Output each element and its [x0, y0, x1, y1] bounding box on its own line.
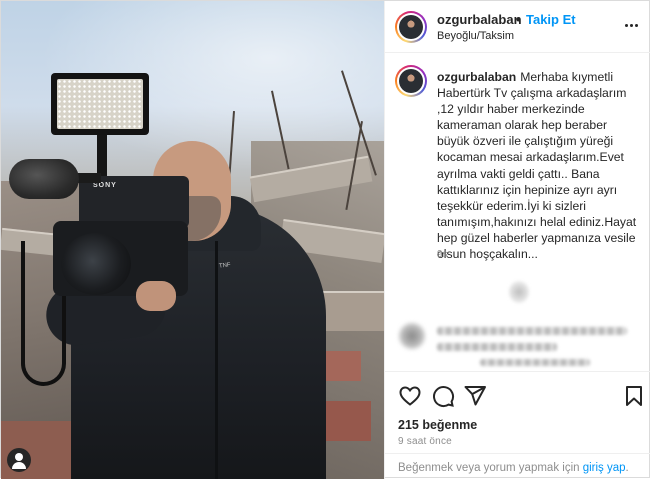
comment-prompt: Beğenmek veya yorum yapmak için giriş ya…	[398, 462, 629, 474]
user-icon[interactable]	[7, 448, 31, 472]
blurred-comment-line	[437, 343, 557, 351]
post-actions: 215 beğenme 9 saat önce Beğenmek veya yo…	[385, 371, 650, 481]
bookmark-icon[interactable]	[622, 384, 646, 408]
blurred-element	[509, 281, 529, 303]
username-link[interactable]: ozgurbalaban	[437, 12, 522, 27]
blurred-comment-line	[480, 359, 590, 366]
man-hand	[136, 281, 176, 311]
follow-button[interactable]: Takip Et	[526, 12, 576, 27]
comments-area: ozgurbalaban Merhaba kıymetli Habertürk T…	[385, 53, 650, 371]
caption-avatar[interactable]	[395, 65, 427, 97]
comment-prompt-text: Beğenmek veya yorum yapmak için	[398, 462, 583, 474]
post-sidebar: ozgurbalaban • Takip Et Beyoğlu/Taksim o…	[384, 1, 650, 479]
instagram-post-embed: TNF SONY ozgurbalaban • Takip Et Beyoğlu…	[0, 0, 650, 479]
blurred-commenter-avatar	[399, 323, 425, 349]
login-link[interactable]: giriş yap	[583, 462, 626, 474]
jacket-zipper	[215, 241, 218, 479]
comment-icon[interactable]	[431, 384, 455, 408]
post-photo[interactable]: TNF SONY	[1, 1, 384, 479]
comment-prompt-end: .	[625, 462, 629, 474]
camera-lens	[61, 233, 131, 295]
heart-icon[interactable]	[398, 384, 422, 408]
location-link[interactable]: Beyoğlu/Taksim	[437, 30, 514, 42]
brick-pile	[321, 351, 361, 381]
camera-brand: SONY	[93, 182, 117, 189]
separator-dot: •	[516, 12, 521, 27]
blurred-comment-line	[437, 327, 627, 335]
led-light-panel	[57, 79, 143, 129]
avatar[interactable]	[395, 11, 427, 43]
light-stand	[97, 129, 107, 179]
post-timestamp[interactable]: 9 saat önce	[398, 436, 452, 447]
post-header: ozgurbalaban • Takip Et Beyoğlu/Taksim	[385, 1, 650, 53]
likes-count[interactable]: 215 beğenme	[398, 418, 477, 432]
more-options-icon[interactable]	[621, 15, 641, 35]
caption-body: Merhaba kıymetli Habertürk Tv çalışma ar…	[437, 70, 637, 262]
caption-username[interactable]: ozgurbalaban	[437, 70, 516, 84]
caption-time: 9s	[437, 249, 448, 260]
shotgun-microphone	[9, 159, 79, 199]
send-icon[interactable]	[463, 384, 487, 408]
caption-text: ozgurbalaban Merhaba kıymetli Habertürk T…	[437, 69, 642, 262]
